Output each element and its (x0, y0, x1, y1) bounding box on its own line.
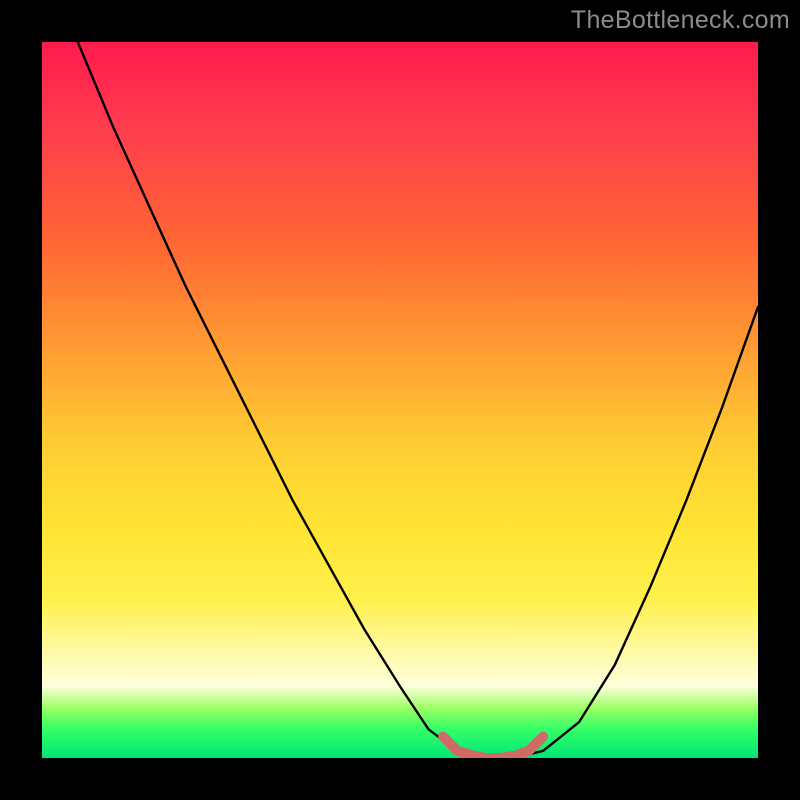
valley-floor-line (443, 737, 543, 759)
curve-layer (42, 42, 758, 758)
bottleneck-curve (78, 42, 758, 758)
watermark-text: TheBottleneck.com (571, 6, 790, 35)
plot-area (42, 42, 758, 758)
chart-frame: TheBottleneck.com (0, 0, 800, 800)
